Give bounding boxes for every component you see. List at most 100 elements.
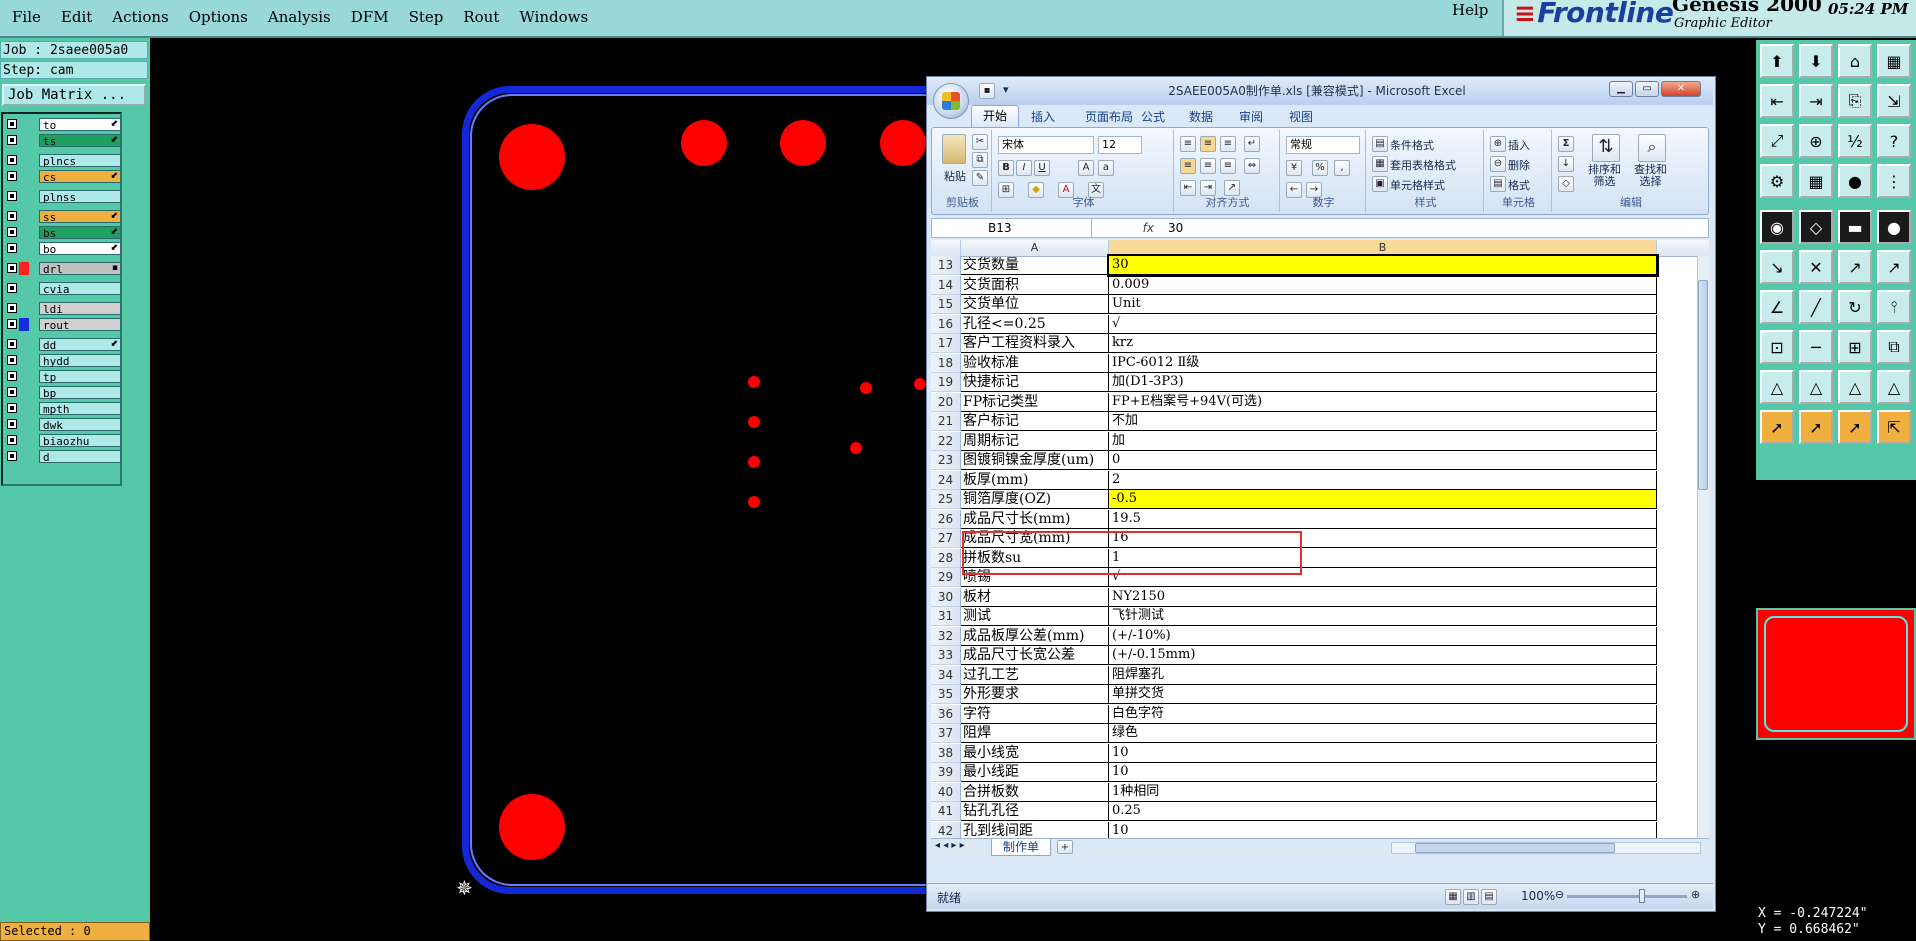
triangle2-icon[interactable]: △ — [1799, 370, 1833, 404]
cell-c[interactable] — [1657, 568, 1697, 587]
sheet-tab[interactable]: 制作单 — [991, 839, 1051, 856]
cell-a[interactable]: 成品尺寸长宽公差 — [961, 646, 1109, 665]
menu-dfm[interactable]: DFM — [341, 8, 399, 26]
cell-b[interactable]: 不加 — [1109, 412, 1657, 431]
align-top-icon[interactable]: ≡ — [1180, 136, 1196, 152]
table-format-icon[interactable]: ▦ — [1372, 156, 1388, 172]
cell-b[interactable]: 0.009 — [1109, 275, 1657, 295]
delete-cells-icon[interactable]: ⊖ — [1490, 156, 1506, 172]
zoom-icon[interactable]: ⊕ — [1799, 124, 1833, 158]
cell-b[interactable]: krz — [1109, 334, 1657, 353]
row-header[interactable]: 37 — [931, 724, 961, 743]
menu-options[interactable]: Options — [179, 8, 258, 26]
layer-checkbox[interactable] — [7, 243, 17, 253]
row-header[interactable]: 14 — [931, 275, 961, 295]
zoom-slider[interactable] — [1567, 895, 1687, 898]
layer-row-hydd[interactable]: hydd — [5, 354, 121, 368]
row-header[interactable]: 18 — [931, 353, 961, 373]
cell-c[interactable] — [1657, 744, 1697, 763]
cell-c[interactable] — [1657, 373, 1697, 392]
layer-name[interactable]: to — [39, 118, 121, 132]
layer-name[interactable]: rout — [39, 318, 121, 332]
dash-icon[interactable]: ─ — [1799, 330, 1833, 364]
cell-c[interactable] — [1657, 451, 1697, 470]
cell-c[interactable] — [1657, 256, 1697, 275]
row-header[interactable]: 35 — [931, 685, 961, 704]
layer-checkbox[interactable] — [7, 419, 17, 429]
cell-c[interactable] — [1657, 783, 1697, 802]
layer-name[interactable]: mpth — [39, 402, 121, 416]
row-header[interactable]: 38 — [931, 743, 961, 763]
layer-name[interactable]: hydd — [39, 354, 121, 368]
cell-a[interactable]: 客户标记 — [961, 412, 1109, 431]
cell-a[interactable]: 孔径<=0.25 — [961, 314, 1109, 334]
cell-c[interactable] — [1657, 334, 1697, 353]
qat-dropdown-icon[interactable]: ▾ — [1003, 83, 1009, 96]
settings-icon[interactable]: ⚙ — [1760, 164, 1794, 198]
delete-label[interactable]: 删除 — [1508, 157, 1530, 173]
row-header[interactable]: 22 — [931, 431, 961, 451]
cell-a[interactable]: 合拼板数 — [961, 782, 1109, 802]
layer-checkbox[interactable] — [7, 371, 17, 381]
layer-row-biaozhu[interactable]: biaozhu — [5, 434, 121, 448]
triangle-icon[interactable]: △ — [1760, 370, 1794, 404]
cell-c[interactable] — [1657, 295, 1697, 314]
menu-analysis[interactable]: Analysis — [258, 8, 341, 26]
insert-label[interactable]: 插入 — [1508, 137, 1530, 153]
row-header[interactable]: 30 — [931, 587, 961, 607]
sheet-nav-icon[interactable]: ◂ ◂ ▸ ▸ — [935, 840, 965, 851]
cell-b[interactable]: √ — [1109, 314, 1657, 334]
layer-name[interactable]: ldi — [39, 302, 121, 316]
cell-b[interactable]: 飞针测试 — [1109, 607, 1657, 626]
layer-row-dwk[interactable]: dwk — [5, 418, 121, 432]
paste-icon[interactable] — [942, 134, 966, 164]
arrow-icon[interactable]: ↗ — [1838, 250, 1872, 284]
cell-a[interactable]: 交货面积 — [961, 275, 1109, 295]
cell-c[interactable] — [1657, 802, 1697, 821]
layer-row-d[interactable]: d — [5, 450, 121, 464]
shrink-font-icon[interactable]: a — [1098, 160, 1114, 176]
cell-a[interactable]: 孔到线间距 — [961, 821, 1109, 838]
help-menu[interactable]: Help — [1452, 0, 1488, 34]
layer-name[interactable]: cs — [39, 170, 121, 184]
layer-row-ss[interactable]: ss ⬋ — [5, 210, 121, 224]
cell-b[interactable]: Unit — [1109, 295, 1657, 314]
align-bottom-icon[interactable]: ≡ — [1220, 136, 1236, 152]
row-header[interactable]: 27 — [931, 529, 961, 548]
table-format-label[interactable]: 套用表格格式 — [1390, 157, 1456, 173]
sort-filter-label[interactable]: 排序和 筛选 — [1588, 164, 1621, 188]
minimize-button[interactable]: ▁ — [1609, 81, 1633, 97]
layer-checkbox[interactable] — [7, 283, 17, 293]
save-icon[interactable]: ▪ — [979, 83, 995, 99]
layer-checkbox[interactable] — [7, 339, 17, 349]
layer-checkbox[interactable] — [7, 119, 17, 129]
row-header[interactable]: 19 — [931, 373, 961, 392]
cell-a[interactable]: 成品板厚公差(mm) — [961, 626, 1109, 646]
cell-b[interactable]: 加 — [1109, 431, 1657, 451]
triangle4-icon[interactable]: △ — [1877, 370, 1911, 404]
rotate-icon[interactable]: ↻ — [1838, 290, 1872, 324]
triangle3-icon[interactable]: △ — [1838, 370, 1872, 404]
format-cells-icon[interactable]: ▤ — [1490, 176, 1506, 192]
cell-a[interactable]: 最小线宽 — [961, 743, 1109, 763]
cell-b[interactable]: 单拼交货 — [1109, 685, 1657, 704]
layer-row-ts[interactable]: ts ⬋ — [5, 134, 121, 148]
layer-row-bp[interactable]: bp — [5, 386, 121, 400]
layer-checkbox[interactable] — [7, 303, 17, 313]
cell-b[interactable]: -0.5 — [1109, 490, 1657, 509]
layer-checkbox[interactable] — [7, 319, 17, 329]
page-layout-view-icon[interactable]: ▥ — [1463, 889, 1479, 905]
page-break-view-icon[interactable]: ▤ — [1481, 889, 1497, 905]
cell-a[interactable]: 客户工程资料录入 — [961, 334, 1109, 353]
cell-c[interactable] — [1657, 588, 1697, 607]
layer-name[interactable]: biaozhu — [39, 434, 121, 448]
cell-c[interactable] — [1657, 724, 1697, 743]
help-icon[interactable]: ? — [1877, 124, 1911, 158]
normal-view-icon[interactable]: ▦ — [1445, 889, 1461, 905]
grow-font-icon[interactable]: A — [1078, 160, 1094, 176]
conditional-format-icon[interactable]: ▤ — [1372, 136, 1388, 152]
layer-name[interactable]: plncs — [39, 154, 121, 168]
insert-function-icon[interactable]: fx — [1098, 219, 1154, 237]
close-button[interactable]: ✕ — [1661, 81, 1701, 97]
layer-checkbox[interactable] — [7, 451, 17, 461]
